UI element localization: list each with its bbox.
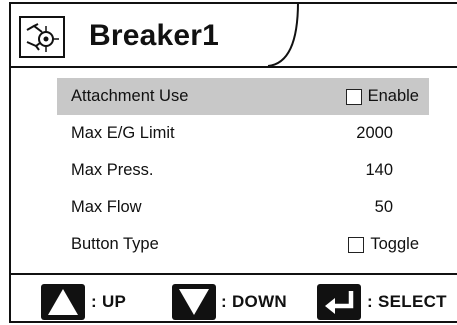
down-key-label: : DOWN <box>221 292 288 311</box>
enter-key-icon[interactable] <box>317 284 361 320</box>
setting-row-attachment-use[interactable]: Attachment Use Enable <box>57 78 429 115</box>
up-key-label: : UP <box>91 292 127 311</box>
header: Breaker1 <box>11 2 457 68</box>
header-tab-curve <box>267 2 299 67</box>
down-key-icon[interactable] <box>172 284 216 320</box>
setting-row-max-flow[interactable]: Max Flow 50 <box>57 189 429 226</box>
setting-label: Button Type <box>71 235 159 253</box>
setting-row-button-type[interactable]: Button Type Toggle <box>57 226 429 263</box>
setting-row-max-press[interactable]: Max Press. 140 <box>57 152 429 189</box>
page-title: Breaker1 <box>89 19 220 52</box>
checkbox-label: Enable <box>367 87 419 105</box>
setting-value: 140 <box>365 161 393 179</box>
breaker-attachment-icon <box>19 16 65 58</box>
setting-label: Max E/G Limit <box>71 124 175 142</box>
setting-value: 50 <box>374 198 393 216</box>
footer-key-guide: : UP : DOWN : SELECT <box>11 284 457 322</box>
screen-frame: Breaker1 Attachment Use Enable Max E/G L… <box>9 2 457 323</box>
checkbox-label: Toggle <box>370 235 419 253</box>
settings-list: Attachment Use Enable Max E/G Limit 2000… <box>57 78 429 263</box>
setting-label: Attachment Use <box>71 87 189 105</box>
setting-label: Max Press. <box>71 161 154 179</box>
select-key-label: : SELECT <box>367 292 447 311</box>
checkbox-icon <box>345 88 362 105</box>
checkbox-icon <box>348 236 365 253</box>
setting-value: 2000 <box>356 124 393 142</box>
footer-divider <box>11 273 457 275</box>
setting-label: Max Flow <box>71 198 142 216</box>
attachment-use-checkbox[interactable]: Enable <box>345 87 419 106</box>
setting-row-max-eg-limit[interactable]: Max E/G Limit 2000 <box>57 115 429 152</box>
button-type-checkbox[interactable]: Toggle <box>348 235 419 254</box>
header-divider <box>11 66 457 68</box>
up-key-icon[interactable] <box>41 284 85 320</box>
